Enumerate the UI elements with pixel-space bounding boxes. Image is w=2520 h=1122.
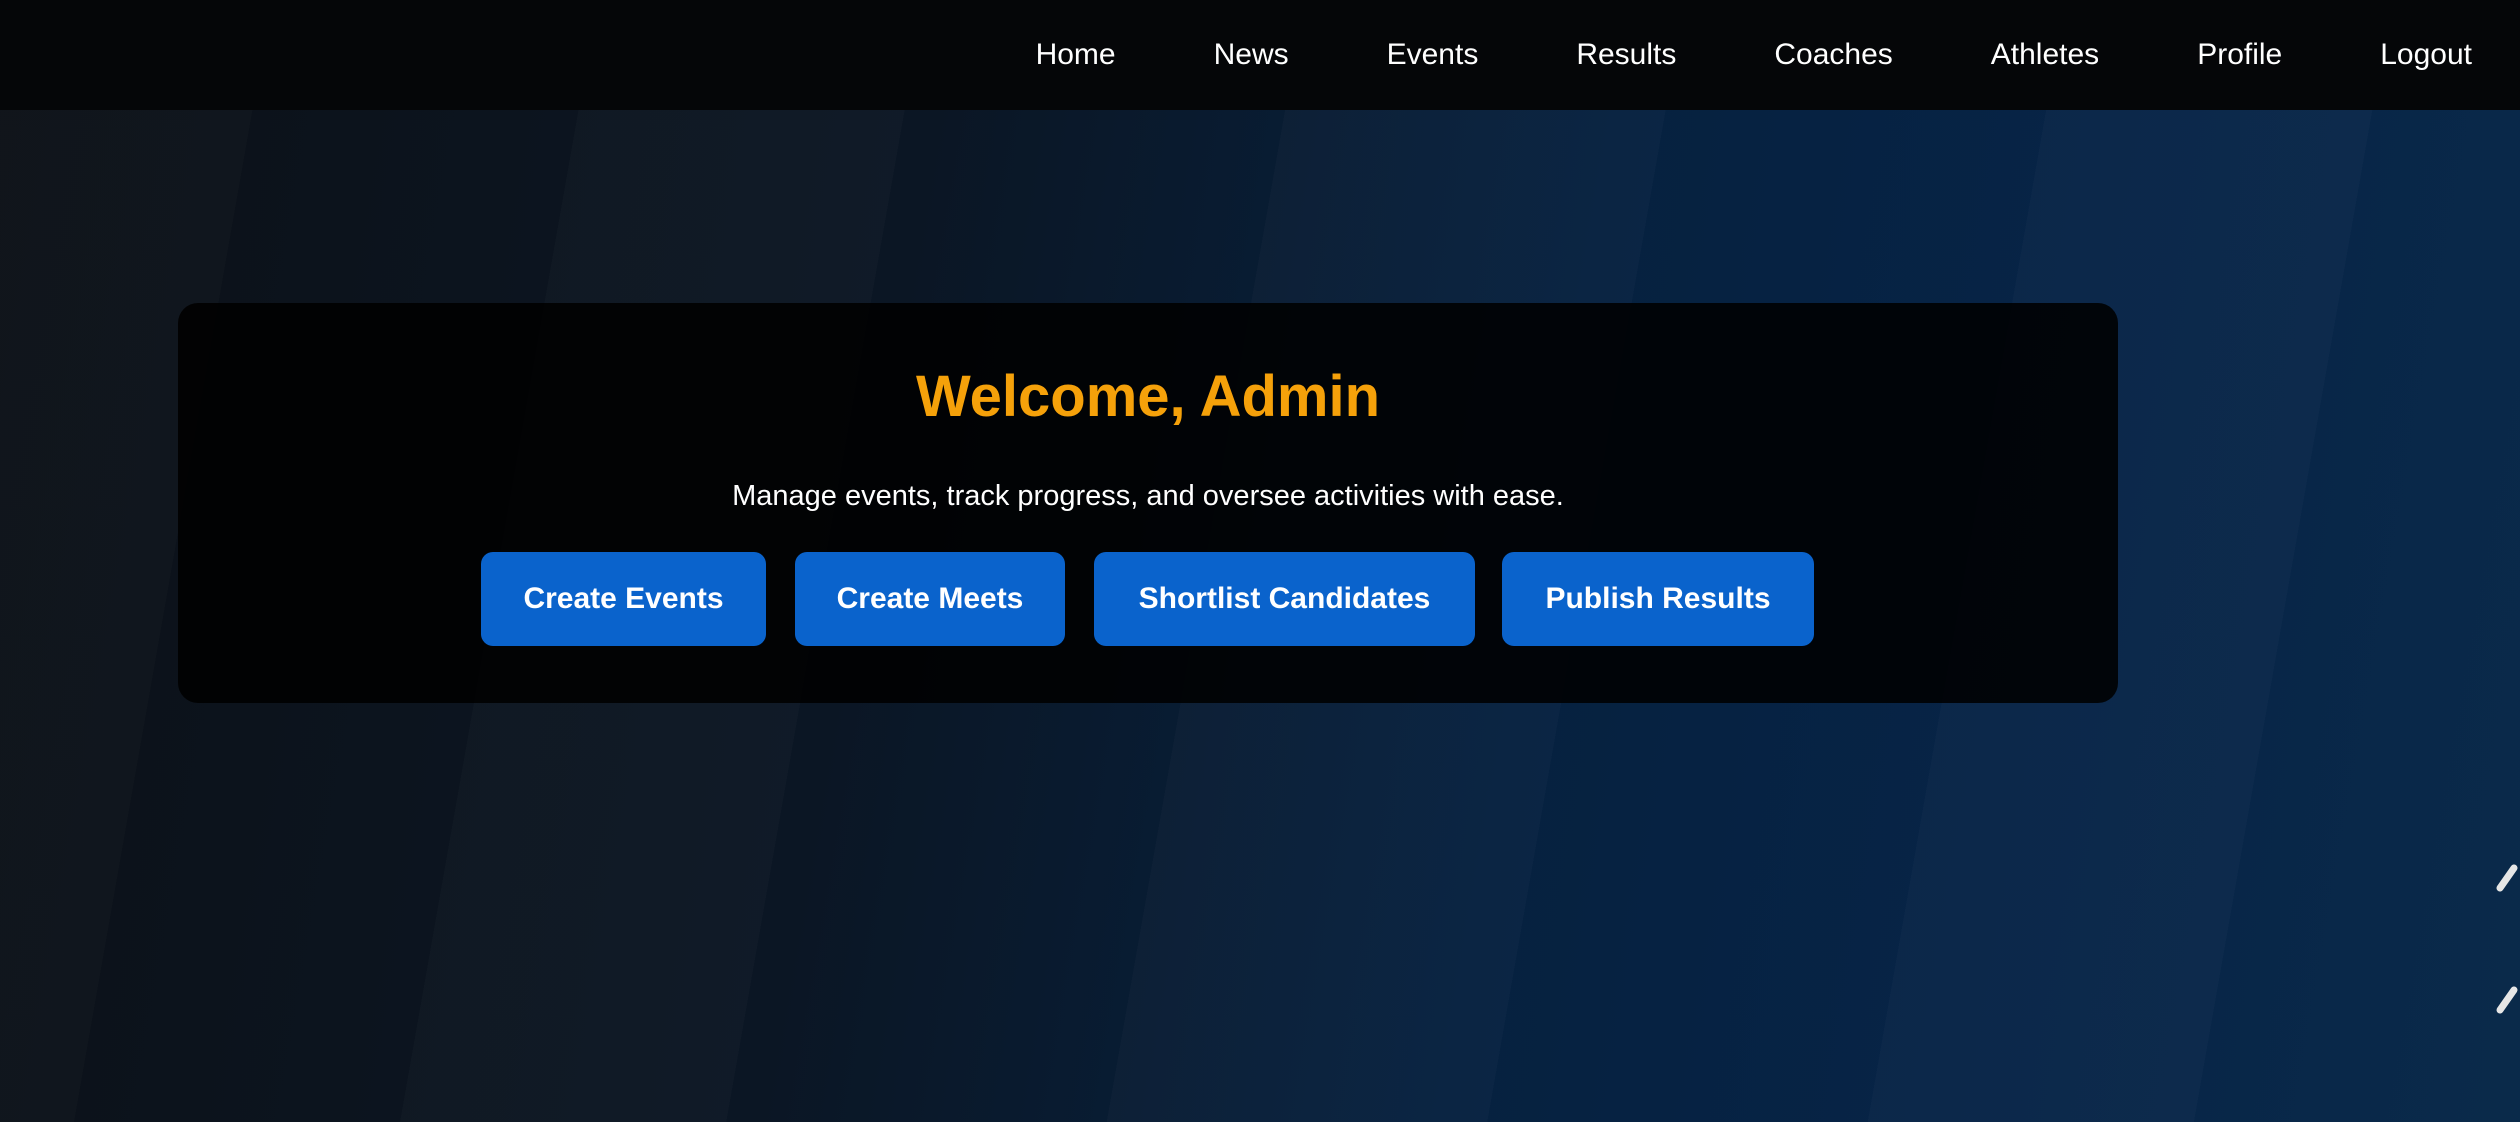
- nav-profile-link[interactable]: Profile: [2197, 40, 2282, 70]
- corner-decoration: [2496, 864, 2518, 1014]
- shortlist-candidates-button[interactable]: Shortlist Candidates: [1094, 552, 1475, 646]
- create-events-button[interactable]: Create Events: [481, 552, 766, 646]
- action-buttons: Create Events Create Meets Shortlist Can…: [178, 552, 2118, 646]
- nav-coaches-link[interactable]: Coaches: [1774, 40, 1892, 70]
- welcome-card: Welcome, Admin Manage events, track prog…: [178, 303, 2118, 703]
- welcome-title: Welcome, Admin: [915, 364, 1381, 429]
- top-navbar: Home News Events Results Coaches Athlete…: [0, 0, 2520, 110]
- nav-results-link[interactable]: Results: [1576, 40, 1676, 70]
- nav-home-link[interactable]: Home: [1036, 40, 1116, 70]
- nav-news-link[interactable]: News: [1214, 40, 1289, 70]
- nav-athletes-link[interactable]: Athletes: [1991, 40, 2099, 70]
- welcome-subtitle: Manage events, track progress, and overs…: [732, 480, 1564, 512]
- create-meets-button[interactable]: Create Meets: [795, 552, 1065, 646]
- nav-logout-link[interactable]: Logout: [2380, 40, 2472, 70]
- nav-events-link[interactable]: Events: [1387, 40, 1479, 70]
- publish-results-button[interactable]: Publish Results: [1502, 552, 1814, 646]
